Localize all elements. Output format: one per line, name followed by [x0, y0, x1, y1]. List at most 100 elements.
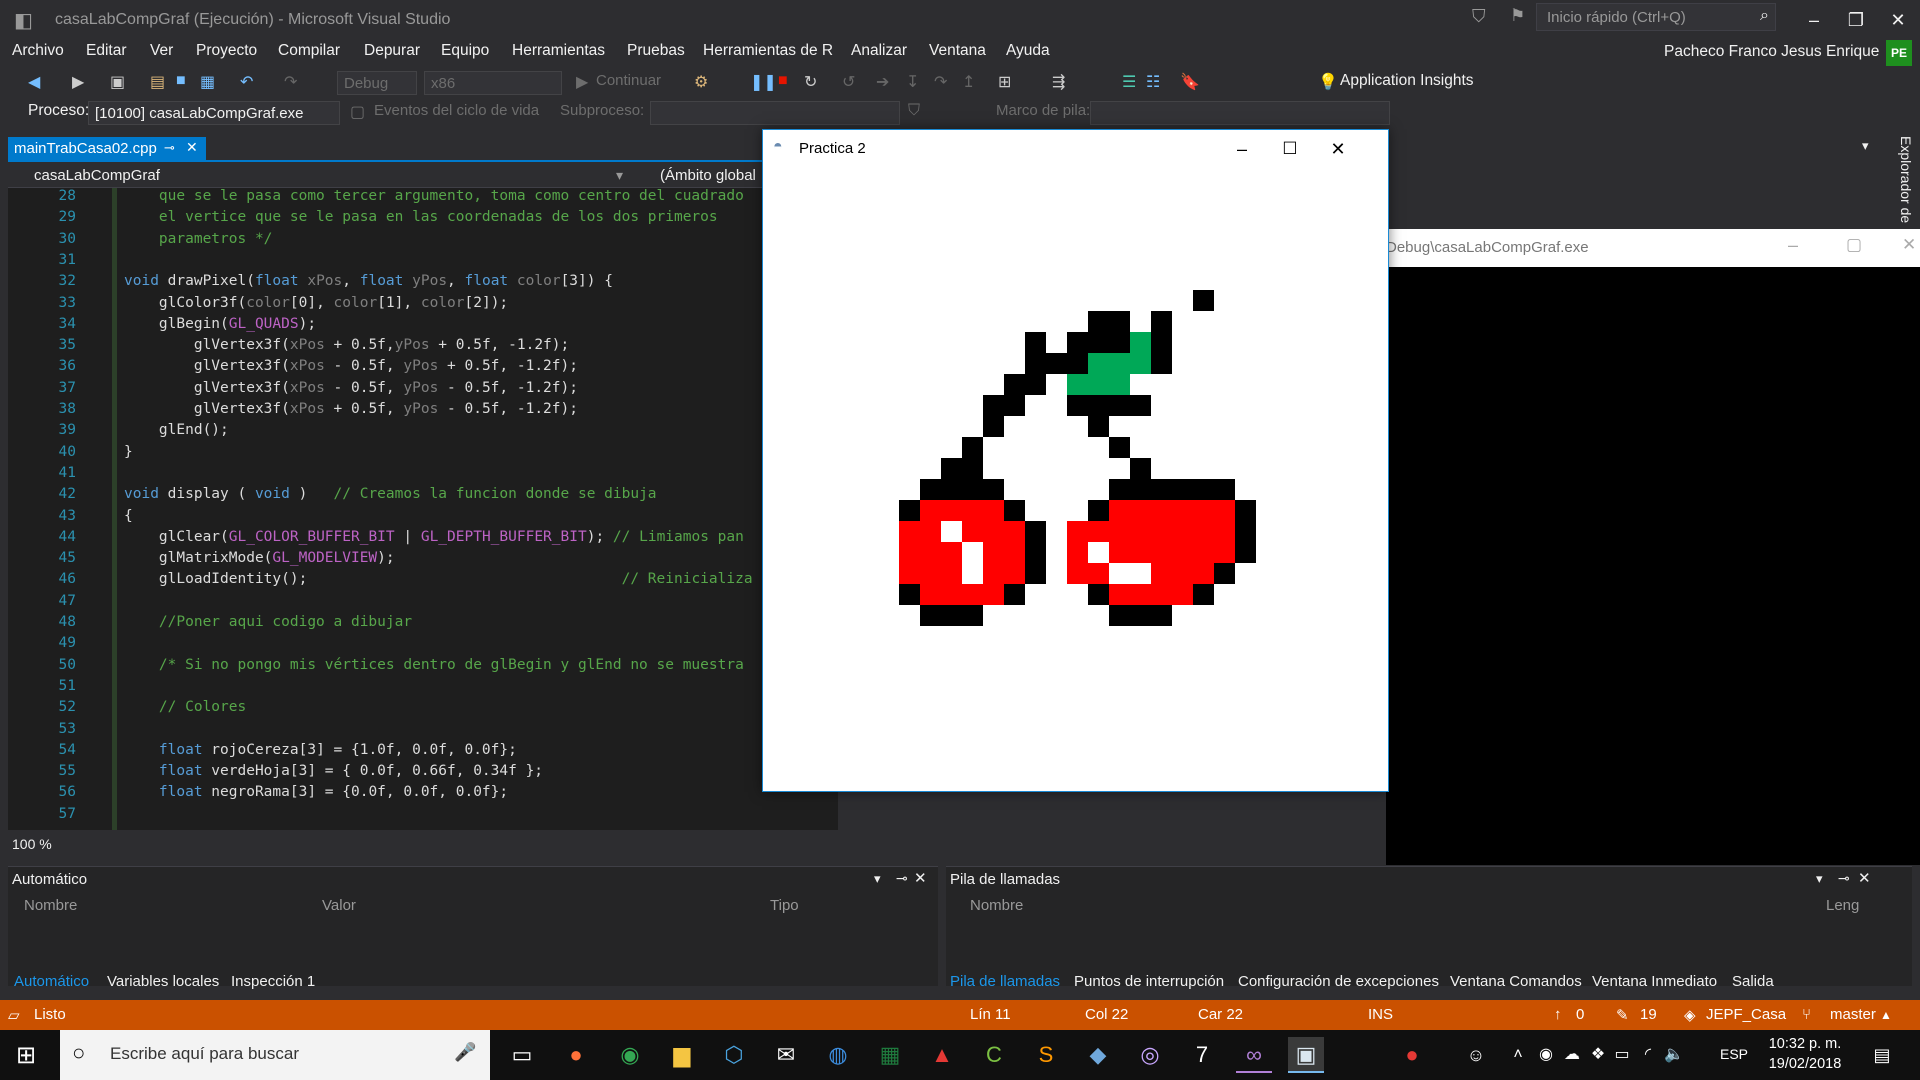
pending-changes-count[interactable]: 19	[1640, 1006, 1657, 1023]
code-line[interactable]: 48 //Poner aqui codigo a dibujar	[8, 614, 838, 635]
code-line[interactable]: 56 float negroRama[3] = {0.0f, 0.0f, 0.0…	[8, 784, 838, 805]
opengl-maximize-button[interactable]: ☐	[1267, 134, 1313, 164]
new-project-icon[interactable]: ▣	[110, 72, 125, 92]
solution-explorer-side-tab[interactable]: Explorador de	[1892, 136, 1916, 226]
scope-dropdown[interactable]: (Ámbito global	[660, 167, 756, 184]
repository-name[interactable]: JEPF_Casa	[1706, 1006, 1786, 1023]
chevron-up-icon[interactable]: ▲	[1880, 1008, 1892, 1022]
menu-herramientas-r[interactable]: Herramientas de R	[703, 42, 833, 60]
menu-herramientas[interactable]: Herramientas	[512, 42, 605, 60]
save-all-icon[interactable]: ▦	[200, 72, 215, 92]
app-icon-blue[interactable]: ◆	[1080, 1037, 1116, 1073]
lifecycle-icon[interactable]: ▢	[350, 102, 365, 122]
tab-automatico[interactable]: Automático	[14, 973, 89, 990]
chevron-down-icon[interactable]: ▾	[616, 167, 623, 184]
menu-proyecto[interactable]: Proyecto	[196, 42, 257, 60]
code-line[interactable]: 32 void drawPixel(float xPos, float yPos,…	[8, 273, 838, 294]
code-line[interactable]: 39 glEnd();	[8, 422, 838, 443]
process-select[interactable]: [10100] casaLabCompGraf.exe	[88, 101, 340, 125]
volume-icon[interactable]: 🔈	[1656, 1037, 1692, 1073]
column-type[interactable]: Tipo	[770, 897, 799, 914]
lightbulb-icon[interactable]: 💡	[1318, 72, 1338, 92]
notification-icon[interactable]: ⚑	[1510, 6, 1525, 26]
hex-icon[interactable]: ⊞	[998, 72, 1011, 92]
bookmark-icon[interactable]: 🔖	[1180, 72, 1200, 92]
lifecycle-events-button[interactable]: Eventos del ciclo de vida	[374, 102, 539, 119]
console-window[interactable]	[1386, 229, 1920, 865]
visual-studio-icon[interactable]: ◧	[14, 8, 40, 34]
people-icon[interactable]: ☺	[1458, 1037, 1494, 1073]
sublime-text-icon[interactable]: S	[1028, 1037, 1064, 1073]
panel-close-icon[interactable]: ✕	[1858, 869, 1871, 887]
code-line[interactable]: 43 {	[8, 508, 838, 529]
menu-pruebas[interactable]: Pruebas	[627, 42, 685, 60]
code-line[interactable]: 44 glClear(GL_COLOR_BUFFER_BIT | GL_DEPT…	[8, 529, 838, 550]
console-maximize-button[interactable]: ▢	[1846, 235, 1862, 255]
app-icon-green[interactable]: C	[976, 1037, 1012, 1073]
code-line[interactable]: 37 glVertex3f(xPos - 0.5f, yPos - 0.5f, …	[8, 380, 838, 401]
panel-menu-icon[interactable]: ▾	[874, 871, 881, 887]
code-line[interactable]: 33 glColor3f(color[0], color[1], color[2…	[8, 295, 838, 316]
column-name[interactable]: Nombre	[24, 897, 77, 914]
app-icon-tray-red[interactable]: ●	[1394, 1037, 1430, 1073]
menu-compilar[interactable]: Compilar	[278, 42, 340, 60]
code-line[interactable]: 36 glVertex3f(xPos - 0.5f, yPos + 0.5f, …	[8, 358, 838, 379]
stack-frame-select[interactable]	[1090, 101, 1390, 125]
cube-app-icon[interactable]: ⬡	[716, 1037, 752, 1073]
code-line[interactable]: 34 glBegin(GL_QUADS);	[8, 316, 838, 337]
filter-threads-icon[interactable]: ⛉	[908, 102, 920, 120]
repo-icon[interactable]: ◈	[1684, 1006, 1696, 1024]
branch-icon[interactable]: ⑂	[1802, 1006, 1811, 1023]
attach-icon[interactable]: ⚙	[694, 72, 708, 92]
clock[interactable]: 10:32 p. m. 19/02/2018	[1760, 1034, 1850, 1074]
code-line[interactable]: 30 parametros */	[8, 231, 838, 252]
action-center-icon[interactable]: ▤	[1864, 1037, 1900, 1073]
app-icon-red[interactable]: ▲	[924, 1037, 960, 1073]
avatar[interactable]: PE	[1886, 40, 1912, 66]
publish-icon[interactable]: ↑	[1554, 1006, 1562, 1023]
thread-select[interactable]	[650, 101, 900, 125]
github-icon[interactable]: ◎	[1132, 1037, 1168, 1073]
code-line[interactable]: 42 void display ( void ) // Creamos la fu…	[8, 486, 838, 507]
code-line[interactable]: 46 glLoadIdentity(); // Reinicializa	[8, 571, 838, 592]
code-line[interactable]: 50 /* Si no pongo mis vértices dentro de…	[8, 657, 838, 678]
forward-icon[interactable]: ▶	[72, 72, 84, 92]
continue-button[interactable]: Continuar	[596, 72, 661, 89]
close-button[interactable]: ✕	[1878, 6, 1918, 34]
code-line[interactable]: 52 // Colores	[8, 699, 838, 720]
opengl-close-button[interactable]: ✕	[1315, 134, 1361, 164]
minimize-button[interactable]: –	[1794, 6, 1834, 34]
panel-pin-icon[interactable]: ⊸	[896, 870, 908, 887]
excel-icon[interactable]: ▦	[872, 1037, 908, 1073]
save-icon[interactable]: ■	[176, 72, 186, 90]
filter-icon[interactable]: ⛉	[1472, 6, 1486, 27]
panel-pin-icon[interactable]: ⊸	[1838, 870, 1850, 887]
microphone-icon[interactable]: 🎤	[454, 1042, 476, 1063]
opengl-window[interactable]: ◓ Practica 2 – ☐ ✕	[762, 129, 1389, 792]
task-view-icon[interactable]: ▭	[504, 1037, 540, 1073]
console-minimize-button[interactable]: –	[1788, 235, 1798, 256]
panel-menu-icon[interactable]: ▾	[1816, 871, 1823, 887]
seven-zip-icon[interactable]: 7	[1184, 1037, 1220, 1073]
pin-icon[interactable]: ⊸	[164, 140, 175, 156]
restart-icon[interactable]: ↻	[804, 72, 817, 92]
chrome-icon[interactable]: ◉	[612, 1037, 648, 1073]
code-line[interactable]: 55 float verdeHoja[3] = { 0.0f, 0.66f, 0…	[8, 763, 838, 784]
vpn-icon[interactable]: ◍	[820, 1037, 856, 1073]
code-line[interactable]: 41	[8, 465, 838, 486]
restore-button[interactable]: ❐	[1836, 6, 1876, 34]
panel-close-icon[interactable]: ✕	[914, 869, 927, 887]
code-line[interactable]: 53	[8, 721, 838, 742]
continue-icon[interactable]: ▶	[576, 72, 588, 92]
code-line[interactable]: 35 glVertex3f(xPos + 0.5f,yPos + 0.5f, -…	[8, 337, 838, 358]
windows-start-icon[interactable]: ⊞	[16, 1041, 36, 1070]
console-taskbar-icon[interactable]: ▣	[1288, 1037, 1324, 1073]
zoom-select[interactable]: 100 %	[12, 836, 52, 852]
console-close-button[interactable]: ✕	[1902, 235, 1916, 255]
back-icon[interactable]: ◀	[28, 72, 40, 92]
code-line[interactable]: 31	[8, 252, 838, 273]
menu-ver[interactable]: Ver	[150, 42, 173, 60]
menu-analizar[interactable]: Analizar	[851, 42, 907, 60]
undo-icon[interactable]: ↶	[240, 72, 253, 92]
app-insights-button[interactable]: Application Insights	[1340, 72, 1474, 90]
